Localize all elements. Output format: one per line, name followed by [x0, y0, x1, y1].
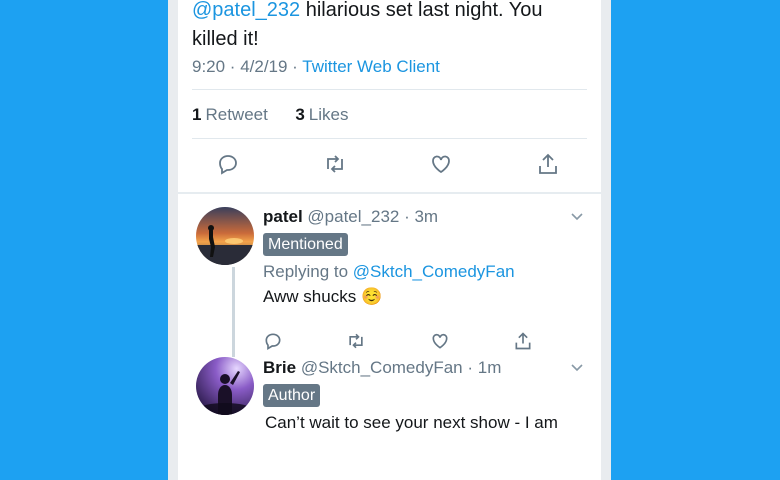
reply-item[interactable]: Brie @Sktch_ComedyFan · 1m Author Can’t …: [178, 355, 601, 480]
heart-icon[interactable]: [430, 331, 450, 351]
divider: [192, 138, 587, 139]
tweet-mention[interactable]: @patel_232: [192, 0, 300, 21]
retweet-icon[interactable]: [346, 331, 366, 351]
retweets-label: Retweet: [205, 105, 268, 124]
chevron-down-icon[interactable]: [570, 360, 584, 374]
retweet-icon: [327, 155, 343, 173]
replying-to: Replying to @Sktch_ComedyFan: [263, 262, 515, 282]
retweet-button[interactable]: [319, 148, 351, 180]
reply-item[interactable]: patel @patel_232 · 3m Mentioned Replying…: [178, 205, 601, 357]
author-badge: Author: [263, 384, 321, 407]
replying-to-link[interactable]: @Sktch_ComedyFan: [353, 262, 515, 281]
replying-prefix: Replying to: [263, 262, 353, 281]
reply-text: Aww shucks ☺️: [263, 287, 383, 306]
retweets-stat[interactable]: 1 Retweet: [192, 105, 268, 124]
reply-text: Can’t wait to see your next show - I am: [265, 413, 558, 432]
reply-handle: @patel_232 · 3m: [307, 207, 439, 226]
reply-icon: [219, 155, 237, 175]
likes-stat[interactable]: 3 Likes: [295, 105, 348, 124]
tweet-actions: [192, 148, 587, 188]
likes-label: Likes: [308, 105, 349, 124]
mentioned-badge: Mentioned: [263, 233, 348, 256]
like-button[interactable]: [425, 148, 457, 180]
retweets-count: 1: [192, 105, 202, 124]
tweet-meta: 9:20 · 4/2/19 · Twitter Web Client: [192, 57, 440, 77]
reply-button[interactable]: [212, 148, 244, 180]
tweet-stats: 1 Retweet 3 Likes: [192, 105, 348, 125]
tweet-text: @patel_232 hilarious set last night. You…: [192, 0, 592, 54]
reply-author-name[interactable]: Brie: [263, 358, 296, 377]
chevron-down-icon[interactable]: [570, 209, 584, 223]
avatar[interactable]: [196, 357, 254, 415]
tweet-client-link[interactable]: Twitter Web Client: [302, 57, 440, 76]
tweet-card: @patel_232 hilarious set last night. You…: [168, 0, 611, 480]
reply-header: Brie @Sktch_ComedyFan · 1m: [263, 358, 501, 378]
share-icon[interactable]: [513, 331, 533, 351]
reply-author-name[interactable]: patel: [263, 207, 303, 226]
reply-handle: @Sktch_ComedyFan · 1m: [300, 358, 502, 377]
avatar[interactable]: [196, 207, 254, 265]
likes-count: 3: [295, 105, 305, 124]
share-button[interactable]: [532, 148, 564, 180]
reply-header: patel @patel_232 · 3m: [263, 207, 438, 227]
share-icon: [539, 153, 557, 174]
reply-icon[interactable]: [263, 331, 283, 351]
thread-connector: [232, 267, 235, 357]
heart-icon: [432, 155, 450, 174]
tweet-timestamp: 9:20 · 4/2/19 ·: [192, 57, 298, 76]
divider: [192, 89, 587, 90]
thread-separator: [178, 192, 601, 194]
